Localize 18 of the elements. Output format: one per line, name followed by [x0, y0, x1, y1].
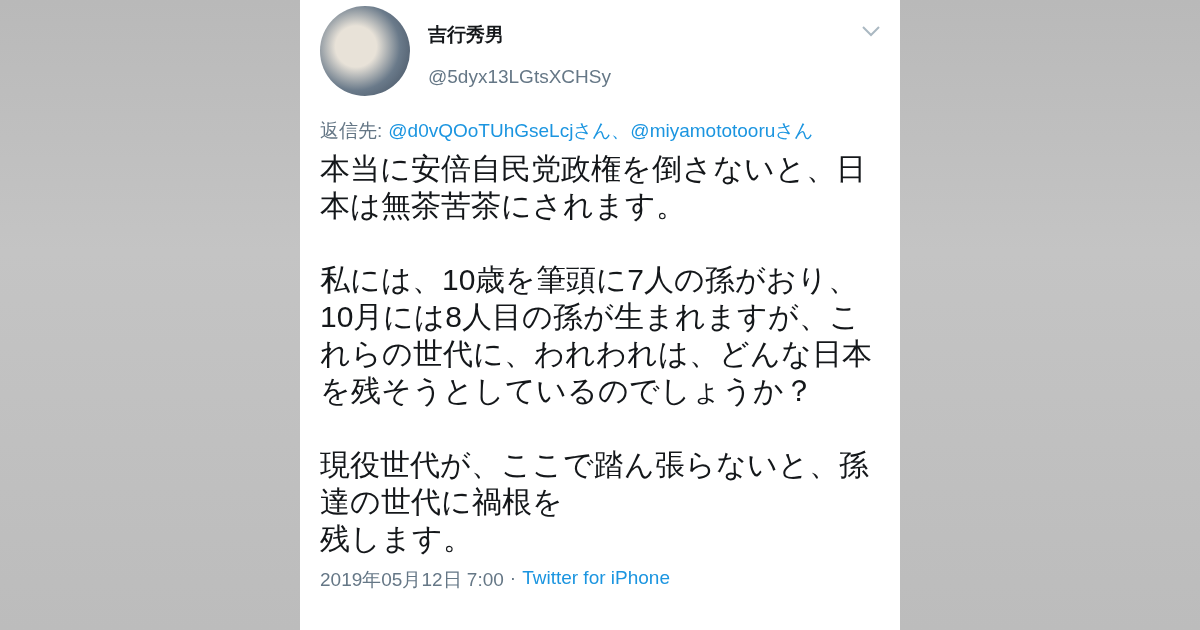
user-handle: @5dyx13LGtsXCHSy	[428, 66, 612, 88]
tweet-text-line: 10月には8人目の孫が生まれますが、こ	[320, 299, 862, 335]
tweet-text-line: 私には、10歳を筆頭に7人の孫がおり、	[320, 262, 860, 298]
tweet-text-line: 残します。	[320, 521, 474, 557]
reply-label: 返信先:	[320, 119, 383, 143]
display-name: 吉行秀男	[428, 23, 505, 47]
tweet-text-line: 本は無茶苦茶にされます。	[320, 188, 687, 224]
separator-dot: ·	[509, 567, 517, 590]
source-link[interactable]: Twitter for iPhone	[522, 567, 670, 593]
mention-link[interactable]: @d0vQOoTUhGseLcjさん	[388, 118, 612, 144]
timestamp: 2019年05月12日 7:00	[320, 568, 504, 592]
tweet-text-line: れらの世代に、われわれは、どんな日本	[320, 336, 873, 372]
tweet-text-line: 本当に安倍自民党政権を倒さないと、日	[320, 151, 867, 187]
separator: 、	[611, 119, 631, 143]
tweet-text-line: 現役世代が、ここで踏ん張らないと、孫	[320, 447, 870, 483]
tweet-text-line: 達の世代に禍根を	[320, 484, 564, 520]
mention-link[interactable]: @miyamototooruさん	[630, 118, 814, 144]
tweet-text-line: を残そうとしているのでしょうか？	[320, 373, 815, 409]
